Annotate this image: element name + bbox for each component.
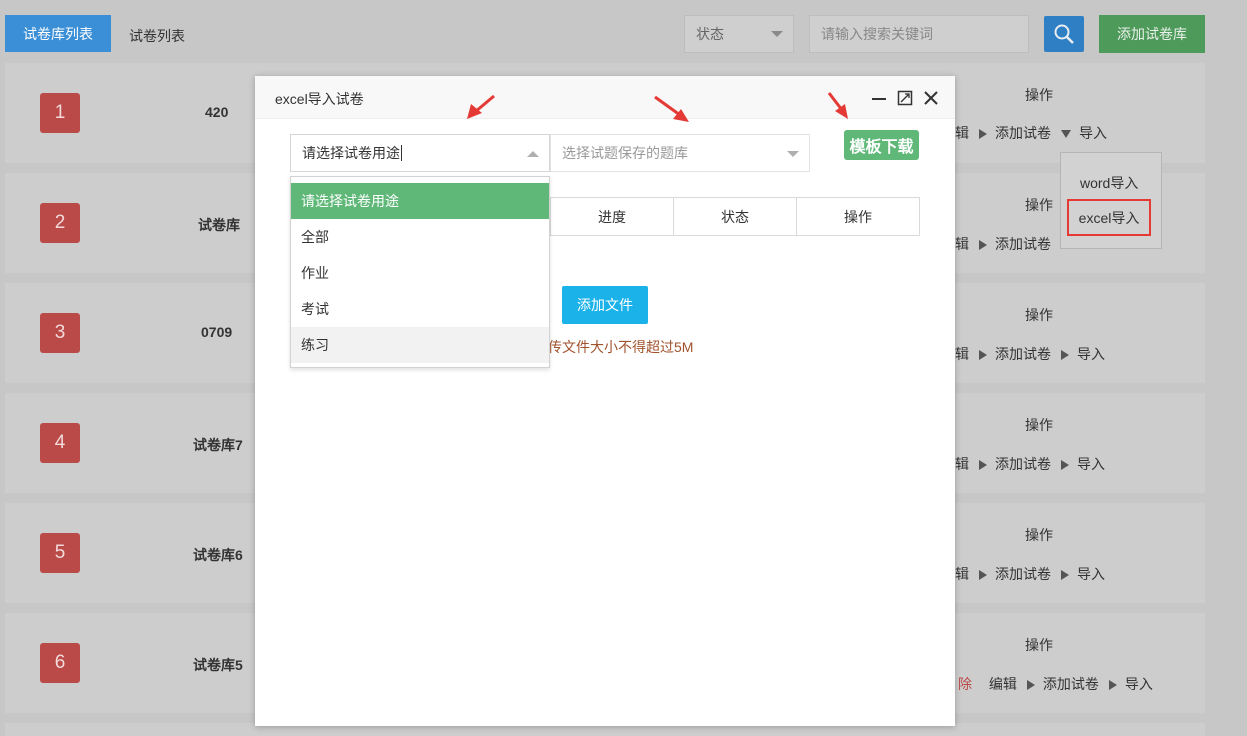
edit-link[interactable]: 辑 bbox=[955, 566, 969, 582]
row-operation-header: 操作 bbox=[1025, 197, 1053, 213]
purpose-option-placeholder[interactable]: 请选择试卷用途 bbox=[291, 183, 549, 219]
add-paper-link[interactable]: 添加试卷 bbox=[995, 346, 1051, 362]
chevron-down-icon bbox=[771, 31, 783, 37]
import-link[interactable]: 导入 bbox=[1079, 125, 1107, 141]
row-operation-links: 辑 添加试卷 导入 bbox=[955, 123, 1107, 143]
status-select[interactable]: 状态 bbox=[684, 15, 794, 53]
edit-link[interactable]: 辑 bbox=[955, 236, 969, 252]
add-paper-link[interactable]: 添加试卷 bbox=[1043, 676, 1099, 692]
column-header-operation: 操作 bbox=[796, 198, 919, 235]
upload-table-header: 进度 状态 操作 bbox=[550, 197, 920, 236]
caret-right-icon bbox=[1026, 680, 1035, 691]
purpose-option-practice[interactable]: 练习 bbox=[291, 327, 549, 363]
close-button[interactable] bbox=[922, 89, 940, 107]
import-link[interactable]: 导入 bbox=[1077, 346, 1105, 362]
row-operation-header: 操作 bbox=[1025, 637, 1053, 653]
row-number-badge: 6 bbox=[40, 643, 80, 683]
row-operation-header: 操作 bbox=[1025, 307, 1053, 323]
tab-paper-list[interactable]: 试卷列表 bbox=[129, 26, 185, 46]
caret-right-icon bbox=[1061, 570, 1069, 581]
row-operation-header: 操作 bbox=[1025, 87, 1053, 103]
search-placeholder: 请输入搜索关键词 bbox=[821, 26, 933, 42]
caret-right-icon bbox=[979, 350, 987, 361]
import-link[interactable]: 导入 bbox=[1077, 566, 1105, 582]
row-name: 0709 bbox=[201, 324, 233, 340]
delete-link[interactable]: 除 bbox=[958, 676, 972, 692]
edit-link[interactable]: 编辑 bbox=[989, 676, 1017, 692]
status-select-value: 状态 bbox=[696, 26, 724, 42]
row-name: 试卷库 bbox=[198, 217, 240, 233]
import-link[interactable]: 导入 bbox=[1125, 676, 1153, 692]
row-name: 试卷库5 bbox=[193, 657, 243, 673]
question-bank-select[interactable]: 选择试题保存的题库 bbox=[550, 134, 810, 172]
row-number-badge: 1 bbox=[40, 93, 80, 133]
add-paper-link[interactable]: 添加试卷 bbox=[995, 456, 1051, 472]
modal-header: excel导入试卷 bbox=[255, 76, 955, 119]
row-name: 420 bbox=[205, 104, 229, 120]
row-number-badge: 5 bbox=[40, 533, 80, 573]
add-file-button[interactable]: 添加文件 bbox=[562, 286, 648, 324]
row-operation-links: 辑 添加试卷 导入 bbox=[955, 344, 1105, 364]
paper-purpose-dropdown: 请选择试卷用途 全部 作业 考试 练习 bbox=[290, 176, 550, 368]
purpose-option-homework[interactable]: 作业 bbox=[291, 255, 549, 291]
question-bank-select-placeholder: 选择试题保存的题库 bbox=[562, 145, 688, 161]
search-input[interactable]: 请输入搜索关键词 bbox=[809, 15, 1029, 53]
edit-link[interactable]: 辑 bbox=[955, 346, 969, 362]
search-icon bbox=[1054, 24, 1074, 44]
row-number-badge: 4 bbox=[40, 423, 80, 463]
add-paper-link[interactable]: 添加试卷 bbox=[995, 125, 1051, 141]
edit-link[interactable]: 辑 bbox=[955, 125, 969, 141]
purpose-option-all[interactable]: 全部 bbox=[291, 219, 549, 255]
modal-title: excel导入试卷 bbox=[275, 91, 364, 107]
row-name: 试卷库7 bbox=[193, 437, 243, 453]
row-operation-links: 辑 添加试卷 导入 bbox=[955, 454, 1105, 474]
chevron-up-icon bbox=[527, 151, 539, 157]
row-name: 试卷库6 bbox=[193, 547, 243, 563]
chevron-down-icon bbox=[787, 151, 799, 157]
close-icon bbox=[924, 91, 938, 105]
excel-import-modal: excel导入试卷 请选择试卷用途 选择试题保存的题库 模板下载 进度 状态 操… bbox=[255, 76, 955, 726]
row-operation-header: 操作 bbox=[1025, 527, 1053, 543]
minimize-button[interactable] bbox=[870, 89, 888, 107]
add-paper-link[interactable]: 添加试卷 bbox=[995, 236, 1051, 252]
row-operation-links: 除 编辑 添加试卷 导入 bbox=[958, 674, 1153, 694]
purpose-option-exam[interactable]: 考试 bbox=[291, 291, 549, 327]
add-paper-link[interactable]: 添加试卷 bbox=[995, 566, 1051, 582]
caret-right-icon bbox=[979, 570, 987, 581]
row-operation-header: 操作 bbox=[1025, 417, 1053, 433]
caret-right-icon bbox=[979, 129, 987, 140]
word-import-item[interactable]: word导入 bbox=[1080, 173, 1138, 193]
caret-right-icon bbox=[1061, 460, 1069, 471]
row-operation-links: 辑 添加试卷 bbox=[955, 234, 1051, 254]
caret-right-icon bbox=[1061, 350, 1069, 361]
row-operation-links: 辑 添加试卷 导入 bbox=[955, 564, 1105, 584]
file-size-note: 传文件大小不得超过5M bbox=[548, 339, 694, 355]
paper-purpose-select[interactable]: 请选择试卷用途 bbox=[290, 134, 550, 172]
excel-import-item[interactable]: excel导入 bbox=[1067, 199, 1151, 236]
column-header-status: 状态 bbox=[673, 198, 796, 235]
column-header-progress: 进度 bbox=[598, 208, 626, 225]
text-cursor bbox=[401, 145, 402, 161]
search-button[interactable] bbox=[1044, 16, 1084, 52]
caret-right-icon bbox=[979, 240, 987, 251]
caret-right-icon bbox=[979, 460, 987, 471]
edit-link[interactable]: 辑 bbox=[955, 456, 969, 472]
caret-right-icon bbox=[1108, 680, 1117, 691]
minimize-icon bbox=[872, 98, 886, 100]
row-number-badge: 3 bbox=[40, 313, 80, 353]
template-download-button[interactable]: 模板下载 bbox=[844, 130, 919, 160]
add-paper-library-button[interactable]: 添加试卷库 bbox=[1099, 15, 1205, 53]
import-link[interactable]: 导入 bbox=[1077, 456, 1105, 472]
tab-paper-library-list[interactable]: 试卷库列表 bbox=[5, 15, 111, 52]
maximize-icon bbox=[897, 90, 913, 106]
maximize-button[interactable] bbox=[896, 89, 914, 107]
caret-down-icon bbox=[1061, 130, 1071, 139]
row-number-badge: 2 bbox=[40, 203, 80, 243]
paper-purpose-select-value: 请选择试卷用途 bbox=[302, 145, 400, 161]
